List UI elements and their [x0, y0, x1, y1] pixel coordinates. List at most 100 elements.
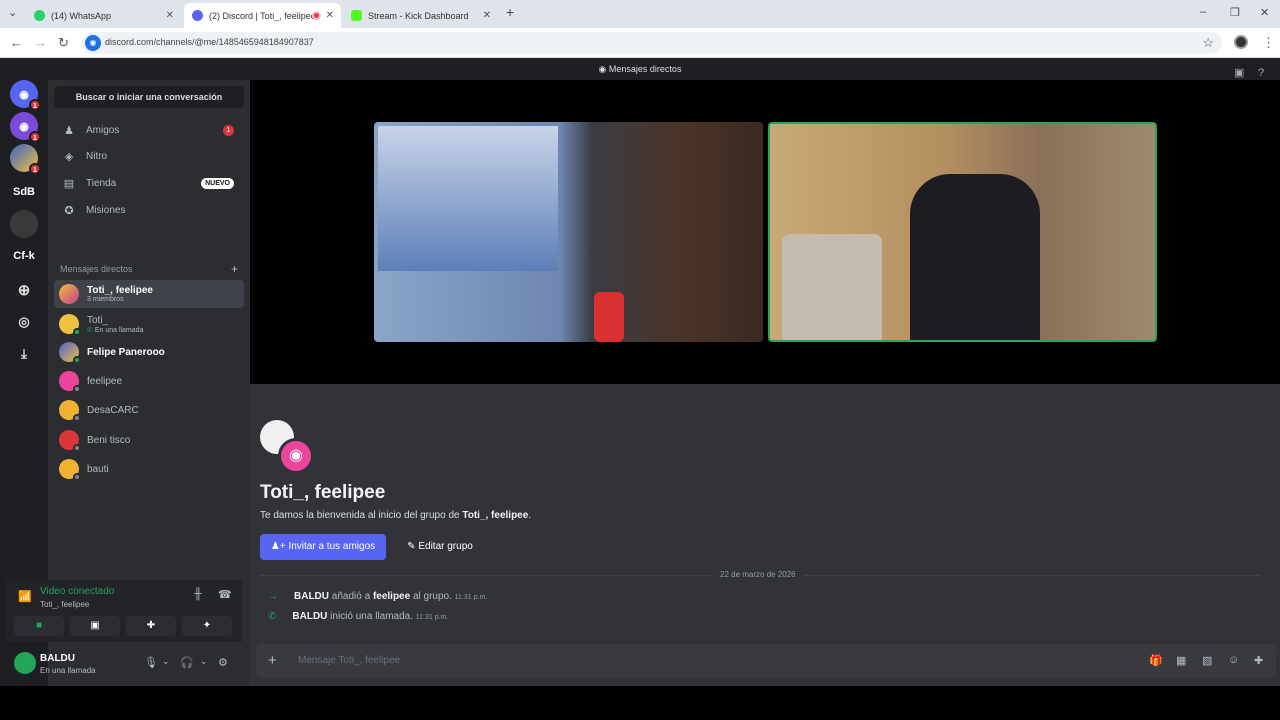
activities-button[interactable]: ✚	[126, 616, 176, 636]
dm-item[interactable]: feelipee	[54, 367, 244, 395]
tab-whatsapp[interactable]: (14) WhatsApp ✕	[26, 3, 181, 28]
signal-icon[interactable]: 📶	[18, 590, 32, 603]
video-tile-camera[interactable]	[768, 122, 1157, 342]
nav-quests[interactable]: ✪ Misiones	[54, 198, 244, 222]
discord-logo-icon: ◉	[19, 88, 29, 101]
nav-nitro[interactable]: ◈ Nitro	[54, 144, 244, 168]
dm-name: Beni tisco	[87, 434, 131, 446]
dm-item[interactable]: Beni tisco	[54, 426, 244, 454]
reload-icon[interactable]: ↻	[58, 35, 69, 51]
invite-friends-button[interactable]: ♟+ Invitar a tus amigos	[260, 534, 386, 560]
tab-discord[interactable]: (2) Discord | Toti_, feelipee ✕	[184, 3, 341, 28]
server-icon[interactable]: SdB	[10, 178, 38, 206]
phone-icon: ✆	[87, 326, 95, 334]
system-message: ✆ BALDU inició una llamada. 11:31 p.m.	[268, 611, 448, 622]
emoji-icon[interactable]: ☺	[1228, 654, 1239, 666]
message-text: añadió a	[329, 591, 373, 602]
message-user[interactable]: BALDU	[294, 591, 329, 602]
message-input[interactable]: Mensaje Toti_, feelipee	[298, 655, 400, 666]
group-welcome: Te damos la bienvenida al inicio del gru…	[260, 510, 531, 521]
close-tab-icon[interactable]: ✕	[166, 10, 174, 21]
download-icon[interactable]: ⤓	[10, 340, 38, 368]
welcome-text: Te damos la bienvenida al inicio del gru…	[260, 510, 463, 521]
server-label: Cf-k	[13, 250, 35, 262]
sofa-image	[782, 234, 882, 340]
button-label: Editar grupo	[418, 541, 473, 552]
server-icon[interactable]: ◉ 1	[10, 112, 41, 143]
discover-icon[interactable]: ◎	[10, 308, 38, 336]
minimize-icon[interactable]: –	[1200, 6, 1206, 18]
poster-image	[378, 126, 558, 271]
create-dm-icon[interactable]: +	[231, 262, 238, 276]
tab-kick[interactable]: Stream - Kick Dashboard ✕	[343, 3, 498, 28]
video-tile-stream[interactable]	[374, 122, 763, 342]
friends-icon: ♟	[64, 124, 74, 137]
add-server-icon[interactable]: ⊕	[10, 276, 38, 304]
chat-area: ◉ Toti_, feelipee Te damos la bienvenida…	[250, 384, 1280, 686]
back-icon[interactable]: ←	[10, 35, 23, 50]
person-image	[910, 174, 1040, 340]
camera-button[interactable]: ■	[14, 616, 64, 636]
quests-icon: ✪	[64, 204, 74, 217]
message-target[interactable]: feelipee	[373, 591, 410, 602]
phone-icon: ✆	[268, 611, 277, 622]
dm-item[interactable]: Felipe Panerooo	[54, 338, 244, 366]
menu-kebab-icon[interactable]: ⋮	[1262, 35, 1275, 51]
dm-item[interactable]: DesaCARC	[54, 396, 244, 424]
apps-icon[interactable]: ✚	[1254, 654, 1263, 667]
home-button[interactable]: ◉ 1	[10, 80, 41, 111]
date-divider: 22 de marzo de 2026	[712, 570, 804, 579]
whatsapp-icon	[34, 10, 45, 21]
add-attachment-icon[interactable]: +	[268, 652, 277, 669]
chevron-down-icon[interactable]: ⌄	[162, 656, 170, 667]
noise-suppression-icon[interactable]: ╫	[194, 588, 202, 600]
chevron-down-icon[interactable]: ⌄	[200, 656, 208, 667]
avatar	[59, 400, 81, 422]
nav-store[interactable]: ▤ Tienda NUEVO	[54, 171, 244, 195]
soundboard-button[interactable]: ✦	[182, 616, 232, 636]
dm-name: bauti	[87, 463, 109, 475]
dm-name: Toti_, feelipee	[87, 285, 153, 296]
avatar	[59, 459, 81, 481]
forward-icon[interactable]: →	[34, 35, 47, 50]
new-tab-icon[interactable]: +	[506, 4, 514, 20]
server-icon[interactable]	[10, 210, 38, 238]
server-icon[interactable]: Cf-k	[10, 242, 38, 270]
window-close-icon[interactable]: ✕	[1260, 6, 1269, 19]
avatar[interactable]	[14, 652, 36, 674]
bookmark-star-icon[interactable]: ☆	[1202, 35, 1214, 51]
system-message: → BALDU añadió a feelipee al grupo. 11:31…	[268, 591, 487, 602]
maximize-icon[interactable]: ❐	[1230, 6, 1240, 19]
kick-icon	[351, 10, 362, 21]
close-tab-icon[interactable]: ✕	[326, 10, 334, 21]
screen-share-button[interactable]: ▣	[70, 616, 120, 636]
sticker-icon[interactable]: ▧	[1202, 654, 1212, 667]
dm-item[interactable]: Toti_ ✆ En una llamada	[54, 310, 244, 338]
url-field[interactable]: ◉ discord.com/channels/@me/1485465948184…	[82, 32, 1222, 54]
message-user[interactable]: BALDU	[292, 611, 327, 622]
avatar	[59, 314, 81, 336]
server-icon[interactable]: 1	[10, 144, 41, 175]
close-tab-icon[interactable]: ✕	[483, 10, 491, 21]
profile-avatar[interactable]	[1234, 35, 1248, 49]
nav-friends[interactable]: ♟ Amigos 1	[54, 118, 244, 142]
headphones-icon[interactable]: 🎧	[180, 656, 194, 669]
site-info-icon[interactable]: ◉	[85, 35, 101, 51]
microphone-icon[interactable]: 🎙	[144, 656, 158, 669]
disconnect-icon[interactable]: ☎	[218, 588, 232, 601]
search-conversation-button[interactable]: Buscar o iniciar una conversación	[54, 86, 244, 108]
arrow-right-icon: →	[268, 591, 278, 602]
tab-search-icon[interactable]: ⌄	[8, 6, 17, 19]
message-composer[interactable]: + Mensaje Toti_, feelipee 🎁 ▦ ▧ ☺ ✚	[256, 644, 1276, 678]
message-time: 11:31 p.m.	[454, 594, 488, 601]
dm-item[interactable]: bauti	[54, 455, 244, 483]
dm-name: Toti_	[87, 314, 109, 326]
gif-icon[interactable]: ▦	[1176, 654, 1186, 667]
recording-icon	[312, 11, 321, 20]
microphone-image	[594, 292, 624, 342]
settings-gear-icon[interactable]: ⚙	[218, 656, 228, 669]
dm-item-group[interactable]: Toti_, feelipee 3 miembros	[54, 280, 244, 308]
voice-channel[interactable]: Toti_, feelipee	[40, 600, 89, 609]
edit-group-button[interactable]: ✎ Editar grupo	[396, 534, 484, 560]
gift-icon[interactable]: 🎁	[1149, 654, 1163, 667]
